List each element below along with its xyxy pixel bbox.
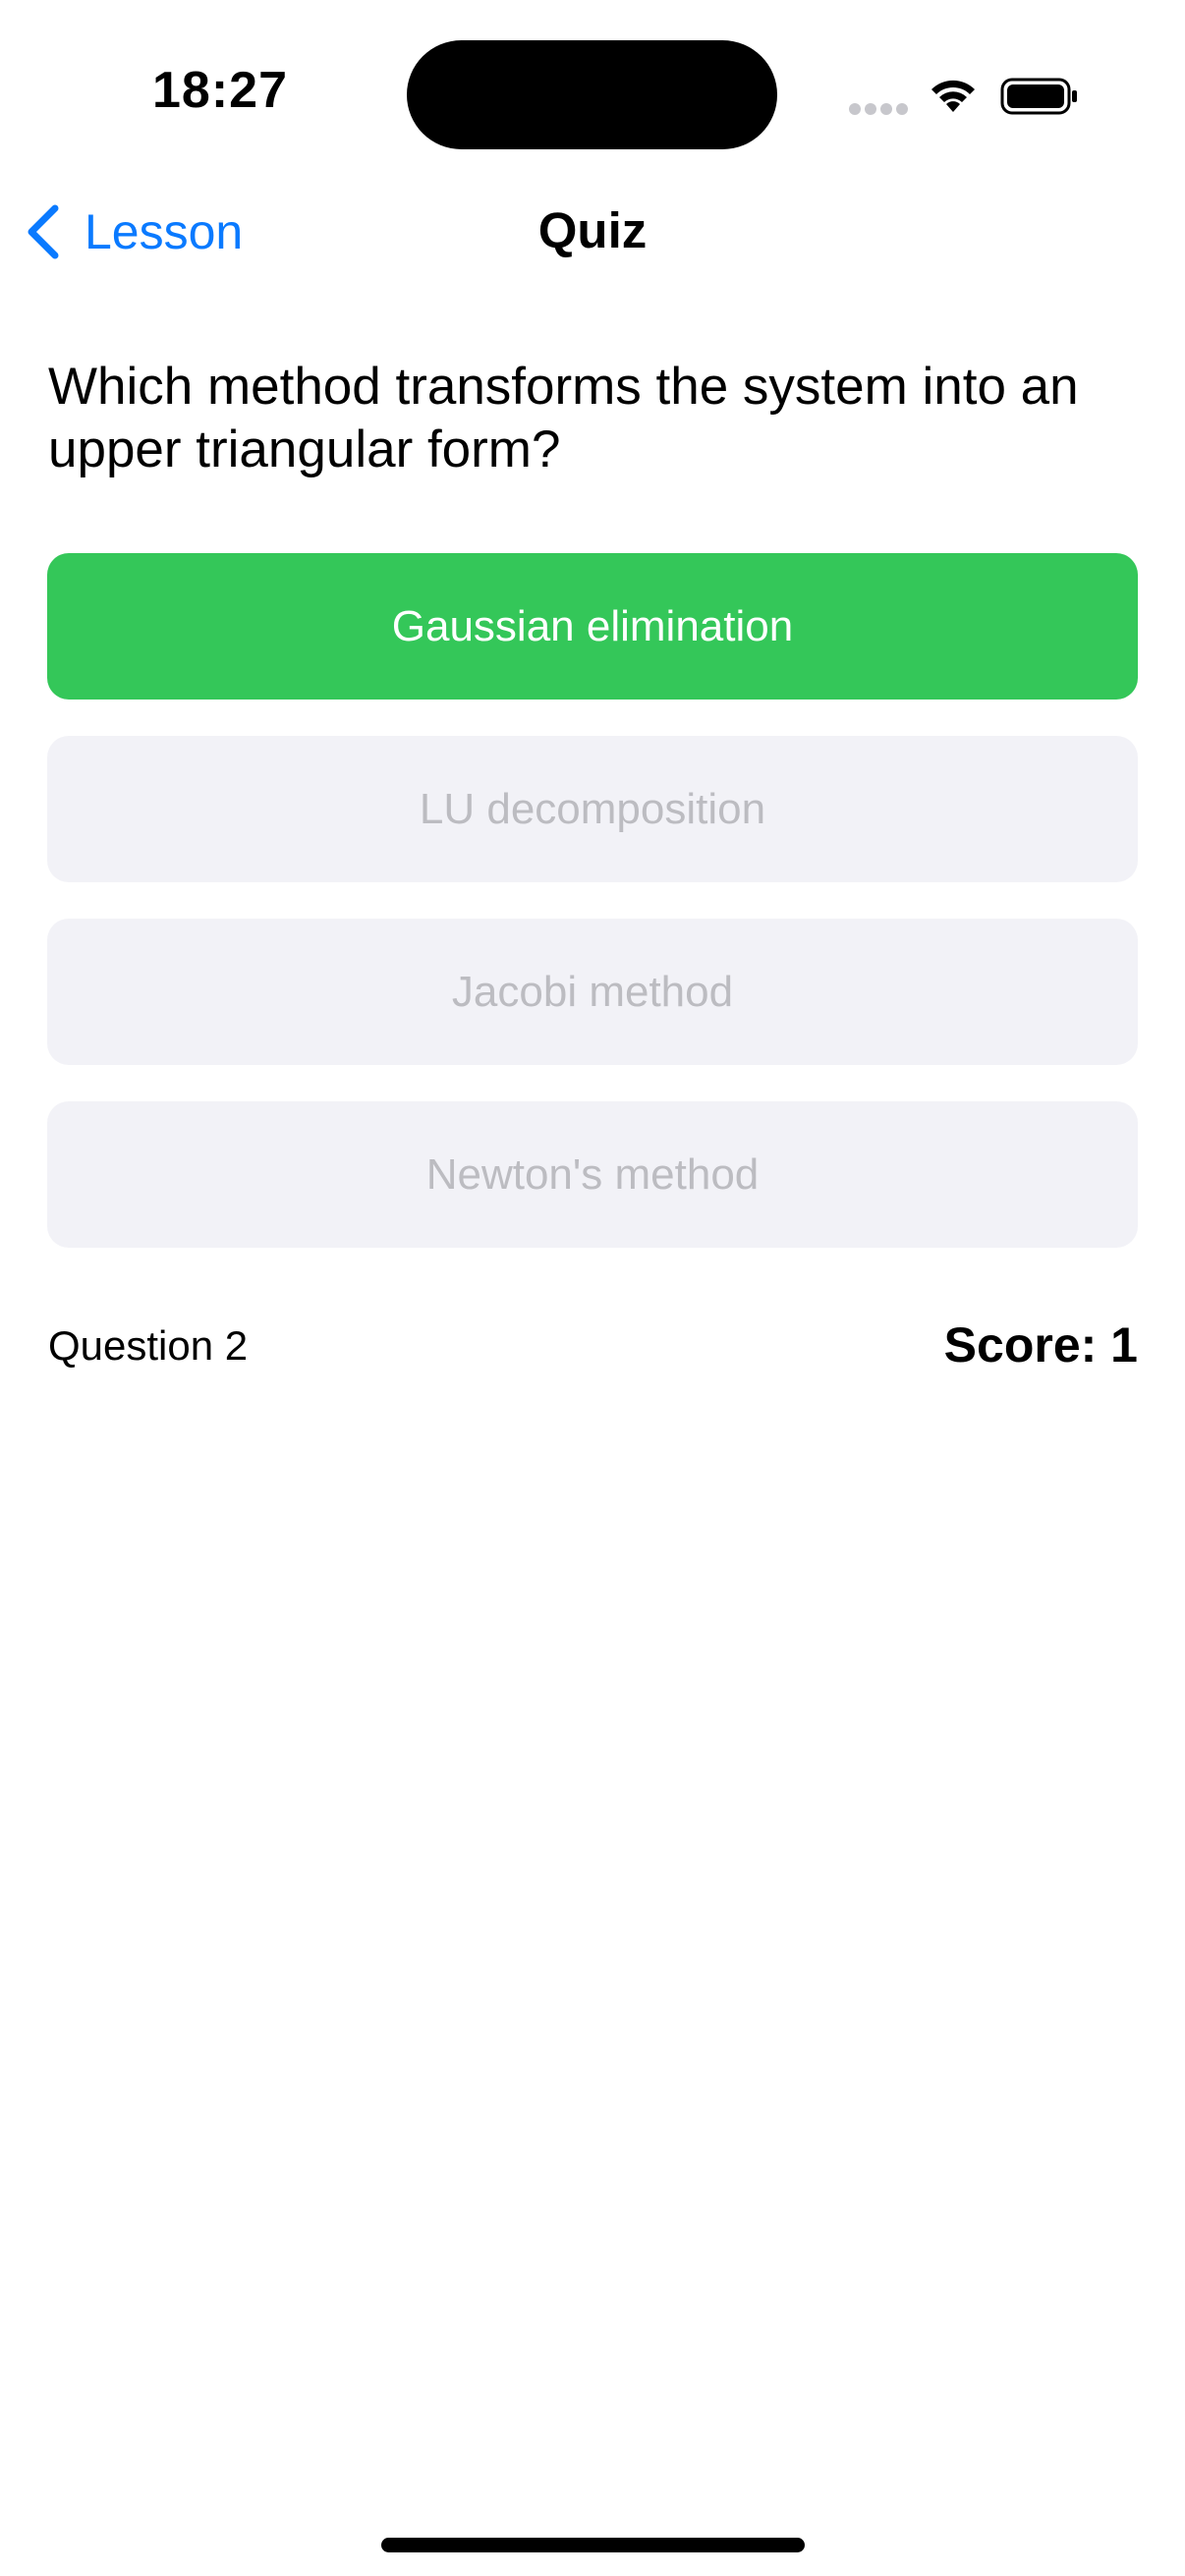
answer-option-label: Newton's method xyxy=(425,1149,760,1199)
page-title: Quiz xyxy=(537,202,648,258)
answer-option-label: Gaussian elimination xyxy=(391,601,794,650)
answer-option-lu-decomposition[interactable]: LU decomposition xyxy=(47,736,1138,882)
score-label: Score: 1 xyxy=(943,1317,1138,1372)
home-indicator[interactable] xyxy=(381,2538,805,2552)
status-time: 18:27 xyxy=(152,62,288,119)
question-number: Question 2 xyxy=(48,1322,249,1369)
quiz-screen: 18:27 Lesson Quiz Which method transform… xyxy=(0,0,1185,2576)
answer-option-label: Jacobi method xyxy=(451,967,734,1016)
answer-option-gaussian-elimination[interactable]: Gaussian elimination xyxy=(47,553,1138,700)
wifi-icon xyxy=(931,80,975,112)
cellular-dots-icon xyxy=(849,103,908,115)
answer-option-jacobi-method[interactable]: Jacobi method xyxy=(47,919,1138,1065)
question-text: Which method transforms the system into … xyxy=(48,358,1079,478)
answer-option-label: LU decomposition xyxy=(419,784,766,833)
dynamic-island xyxy=(407,40,777,149)
battery-icon xyxy=(1000,78,1077,115)
answer-option-newtons-method[interactable]: Newton's method xyxy=(47,1101,1138,1248)
